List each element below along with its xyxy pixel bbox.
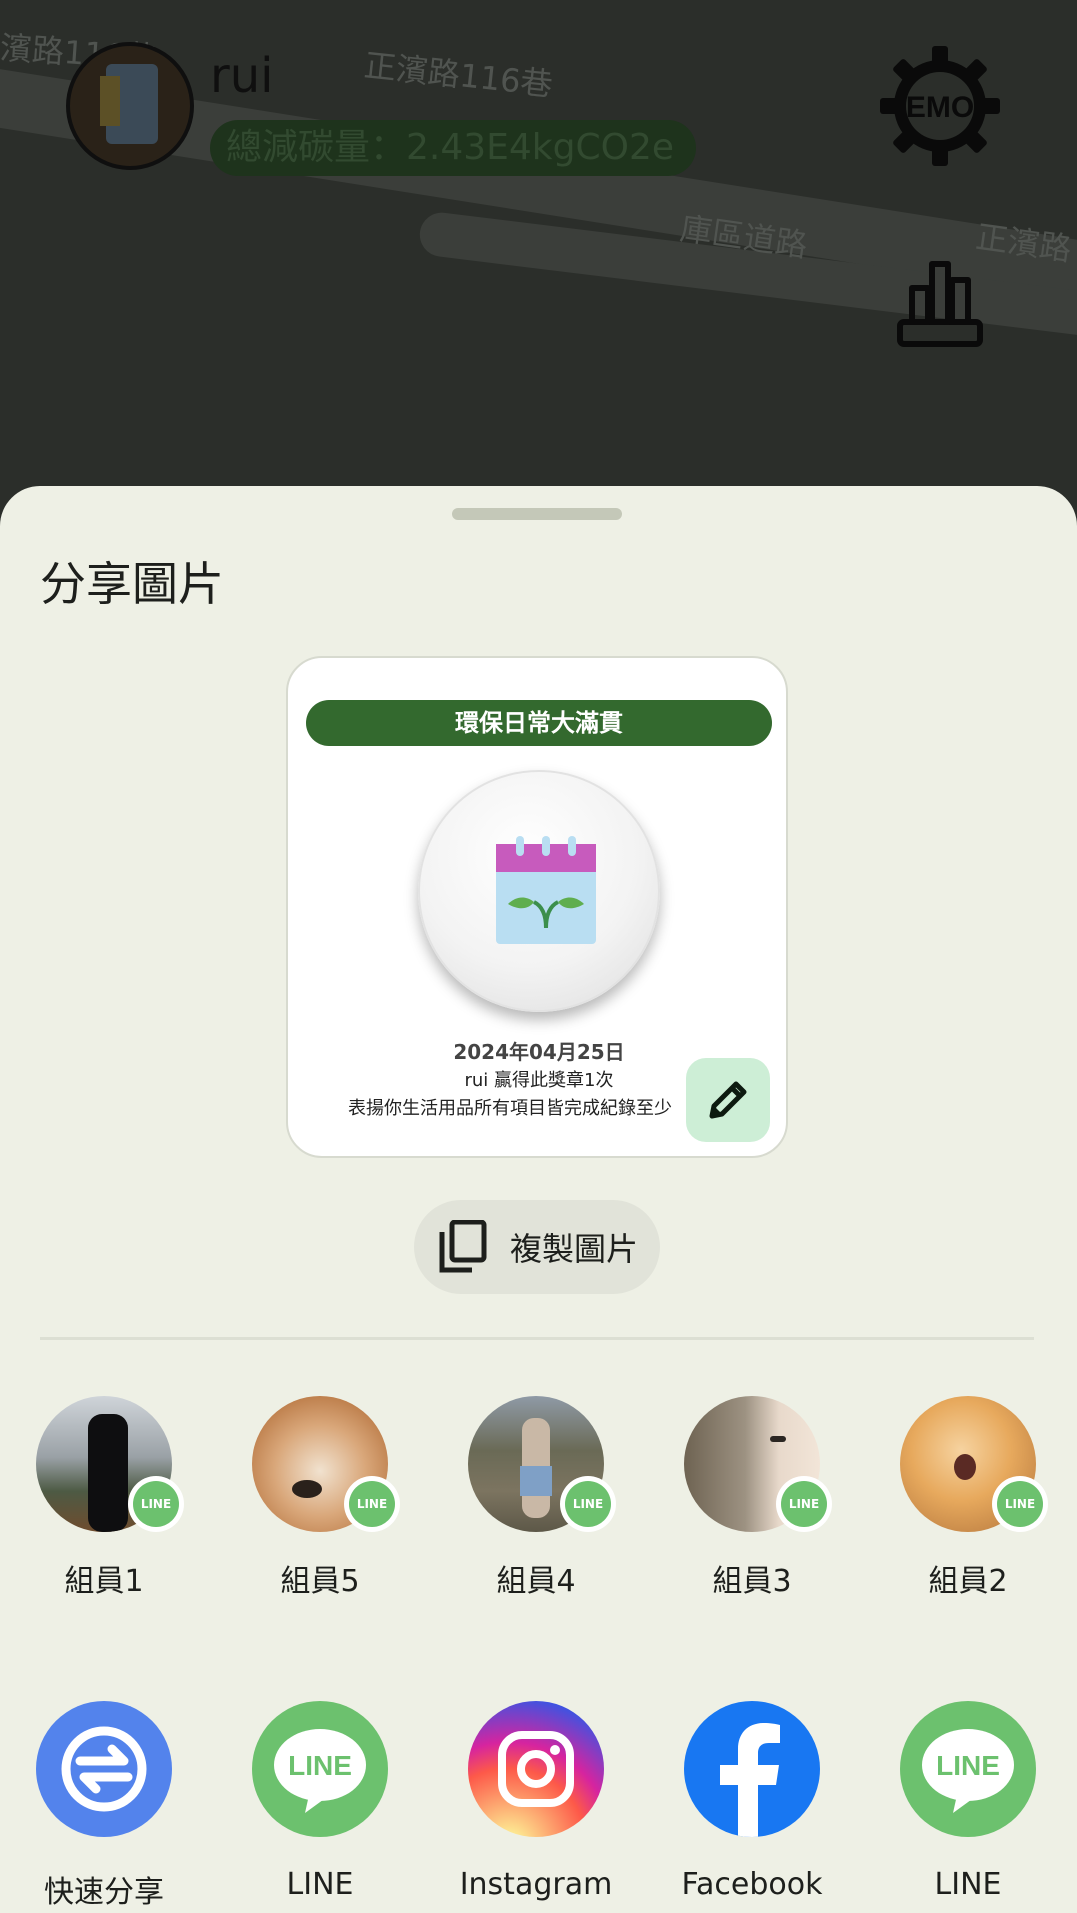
contact-name: 組員4 bbox=[496, 1564, 576, 1599]
pencil-icon bbox=[709, 1081, 747, 1119]
contact-item[interactable]: LINE 組員2 bbox=[878, 1396, 1058, 1600]
line-icon: LINE bbox=[252, 1701, 388, 1837]
carbon-total-badge: 總減碳量：2.43E4kgCO2e bbox=[210, 120, 696, 176]
map-street-label: 正濱路116巷 bbox=[362, 46, 555, 104]
map-background: 濱路116巷 正濱路116巷 庫區道路 正濱路 rui 總減碳量：2.43E4k… bbox=[0, 0, 1077, 520]
contact-name: 組員1 bbox=[64, 1564, 144, 1599]
svg-text:LINE: LINE bbox=[288, 1750, 352, 1781]
line-badge-text: LINE bbox=[781, 1481, 827, 1527]
emo-label: EMO bbox=[906, 91, 974, 124]
share-apps-row: 快速分享 LINE LINE Instagram Facebook LINE L… bbox=[0, 1701, 1077, 1910]
avatar-photo-shape bbox=[100, 76, 120, 126]
line-badge-icon: LINE bbox=[776, 1476, 832, 1532]
app-label: Facebook bbox=[681, 1867, 823, 1902]
contact-item[interactable]: LINE 組員3 bbox=[662, 1396, 842, 1600]
share-preview-card: 環保日常大滿貫 2024年04月25日 rui 贏得此獎章1次 表揚你生活用品所… bbox=[286, 656, 788, 1158]
line-badge-icon: LINE bbox=[128, 1476, 184, 1532]
edit-image-button[interactable] bbox=[686, 1058, 770, 1142]
copy-image-button[interactable]: 複製圖片 bbox=[414, 1200, 660, 1294]
line-badge-icon: LINE bbox=[560, 1476, 616, 1532]
contact-item[interactable]: LINE 組員5 bbox=[230, 1396, 410, 1600]
facebook-icon bbox=[684, 1701, 820, 1837]
calendar-sprout-icon bbox=[496, 836, 596, 944]
app-line[interactable]: LINE LINE bbox=[878, 1701, 1058, 1902]
line-badge-text: LINE bbox=[133, 1481, 179, 1527]
app-line[interactable]: LINE LINE bbox=[230, 1701, 410, 1902]
username: rui bbox=[210, 48, 274, 104]
line-badge-icon: LINE bbox=[344, 1476, 400, 1532]
stats-bar-chart-icon[interactable] bbox=[896, 258, 984, 350]
contact-name: 組員2 bbox=[928, 1564, 1008, 1599]
copy-icon bbox=[439, 1220, 487, 1273]
app-instagram[interactable]: Instagram bbox=[446, 1701, 626, 1902]
instagram-icon bbox=[468, 1701, 604, 1837]
badge-medal bbox=[418, 770, 660, 1012]
contact-name: 組員3 bbox=[712, 1564, 792, 1599]
badge-title-banner: 環保日常大滿貫 bbox=[306, 700, 772, 746]
app-facebook[interactable]: Facebook bbox=[662, 1701, 842, 1902]
emo-settings-gear-icon[interactable]: EMO bbox=[876, 42, 1004, 170]
app-label: LINE bbox=[934, 1867, 1002, 1902]
contact-item[interactable]: LINE 組員1 bbox=[14, 1396, 194, 1600]
line-badge-text: LINE bbox=[349, 1481, 395, 1527]
app-quick-share[interactable]: 快速分享 bbox=[14, 1701, 194, 1911]
sheet-drag-handle[interactable] bbox=[452, 508, 622, 520]
sheet-title: 分享圖片 bbox=[40, 557, 224, 611]
copy-image-label: 複製圖片 bbox=[510, 1230, 639, 1268]
contact-name: 組員5 bbox=[280, 1564, 360, 1599]
user-avatar[interactable] bbox=[66, 42, 194, 170]
line-badge-text: LINE bbox=[565, 1481, 611, 1527]
line-icon: LINE bbox=[900, 1701, 1036, 1837]
share-bottom-sheet: 分享圖片 環保日常大滿貫 2024年04月25日 rui 贏得此獎章1次 表揚你… bbox=[0, 486, 1077, 1913]
app-label: 快速分享 bbox=[44, 1875, 164, 1910]
line-badge-text: LINE bbox=[997, 1481, 1043, 1527]
contact-item[interactable]: LINE 組員4 bbox=[446, 1396, 626, 1600]
quick-share-icon bbox=[36, 1701, 172, 1837]
app-label: Instagram bbox=[459, 1867, 613, 1902]
direct-share-contacts: LINE 組員1 LINE 組員5 LINE 組員4 LINE 組員3 LINE… bbox=[0, 1396, 1077, 1599]
svg-text:LINE: LINE bbox=[936, 1750, 1000, 1781]
sheet-divider bbox=[40, 1337, 1034, 1340]
line-badge-icon: LINE bbox=[992, 1476, 1048, 1532]
app-label: LINE bbox=[286, 1867, 354, 1902]
